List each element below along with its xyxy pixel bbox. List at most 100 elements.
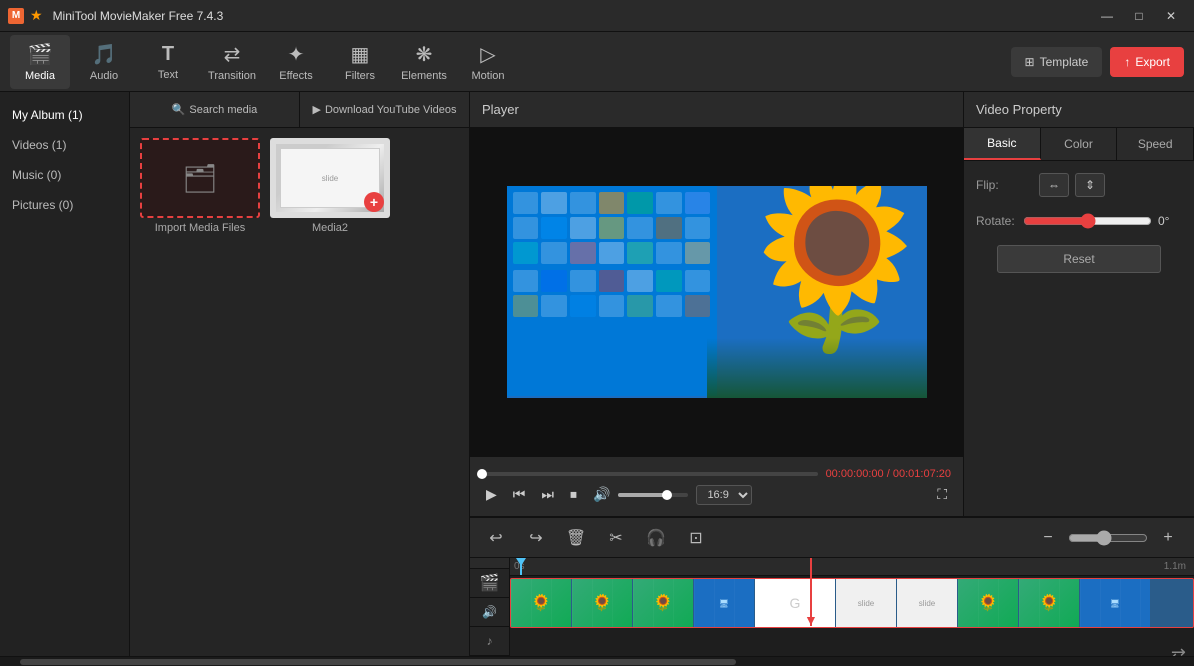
current-time: 00:00:00:00 — [826, 468, 884, 480]
play-button[interactable]: ▶ — [482, 484, 501, 505]
sidebar-music[interactable]: Music (0) — [0, 160, 129, 190]
template-label: Template — [1040, 55, 1089, 69]
redo-button[interactable]: ↪ — [522, 524, 550, 552]
window-controls: — □ ✕ — [1092, 5, 1186, 27]
audio-track-toggle[interactable]: ⇄ — [1171, 644, 1186, 656]
motion-icon: ▷ — [480, 42, 495, 67]
zoom-in-button[interactable]: + — [1154, 524, 1182, 552]
rotate-slider[interactable] — [1023, 213, 1152, 229]
sidebar-pictures[interactable]: Pictures (0) — [0, 190, 129, 220]
minimize-button[interactable]: — — [1092, 5, 1122, 27]
music-track-icon: ♪ — [470, 627, 509, 656]
text-label: Text — [158, 69, 178, 81]
undo-button[interactable]: ↩ — [482, 524, 510, 552]
crop-button[interactable]: ⊡ — [682, 524, 710, 552]
clip-frame: G — [755, 579, 835, 627]
fullscreen-button[interactable]: ⛶ — [933, 484, 951, 505]
center-area: Player — [470, 92, 1194, 656]
template-button[interactable]: ⊞ Template — [1011, 47, 1103, 77]
pictures-label: Pictures (0) — [12, 198, 73, 212]
timescale: 0s 1.1m — [510, 558, 1194, 576]
flip-vertical-button[interactable]: ⇕ — [1075, 173, 1105, 197]
sidebar-videos[interactable]: Videos (1) — [0, 130, 129, 160]
media-icon: 🎬 — [28, 42, 53, 67]
flip-horizontal-button[interactable]: ⇔ — [1039, 173, 1069, 197]
app-title: MiniTool MovieMaker Free 7.4.3 — [53, 9, 224, 23]
tab-basic[interactable]: Basic — [964, 128, 1041, 160]
controls-row: ▶ ⏮ ⏭ ⏹ 🔊 16:9 4:3 — [482, 484, 951, 505]
aspect-ratio-select[interactable]: 16:9 4:3 1:1 9:16 — [696, 485, 752, 505]
stop-button[interactable]: ⏹ — [566, 484, 581, 505]
download-label: Download YouTube Videos — [325, 104, 457, 116]
clip-frame: 🌻 — [633, 579, 693, 627]
volume-fill — [618, 493, 667, 497]
sidebar-album[interactable]: My Album (1) — [0, 100, 129, 130]
text-icon: T — [162, 43, 174, 66]
tick-end: 1.1m — [1164, 561, 1186, 572]
import-folder-icon: 🗂 — [182, 162, 218, 195]
playhead[interactable] — [520, 558, 522, 575]
export-button[interactable]: ↑ Export — [1110, 47, 1184, 77]
media-label: Media — [25, 70, 55, 82]
toolbar-elements[interactable]: ❋ Elements — [394, 35, 454, 89]
rotate-control: 0° — [1023, 213, 1182, 229]
volume-wrap: 🔊 — [589, 484, 688, 505]
audio-track: ⇄ — [510, 630, 1194, 656]
property-panel: Video Property Basic Color Speed Flip: ⇔… — [964, 92, 1194, 516]
media2-item[interactable]: 0:15 slide + Media2 — [270, 138, 390, 234]
player-panel: Player — [470, 92, 964, 516]
volume-thumb[interactable] — [662, 490, 672, 500]
media-toolbar: 🔍 Search media ▶ Download YouTube Videos — [130, 92, 469, 128]
property-title: Video Property — [976, 102, 1062, 117]
import-media-item[interactable]: 🗂 Import Media Files — [140, 138, 260, 234]
maximize-button[interactable]: □ — [1124, 5, 1154, 27]
time-display: 00:00:00:00 / 00:01:07:20 — [826, 468, 951, 480]
toolbar-audio[interactable]: 🎵 Audio — [74, 35, 134, 89]
flip-label: Flip: — [976, 178, 1031, 192]
track-labels: 🎬 🔊 ♪ — [470, 558, 510, 656]
toolbar-text[interactable]: T Text — [138, 35, 198, 89]
close-button[interactable]: ✕ — [1156, 5, 1186, 27]
video-clip[interactable]: 🌻 🌻 🌻 🖥 G — [510, 578, 1194, 628]
audio-button[interactable]: 🎧 — [642, 524, 670, 552]
property-header: Video Property — [964, 92, 1194, 128]
media2-label: Media2 — [312, 222, 348, 234]
export-label: Export — [1135, 55, 1170, 69]
toolbar-actions: ⊞ Template ↑ Export — [1011, 47, 1184, 77]
transition-icon: ⇄ — [224, 42, 241, 67]
volume-button[interactable]: 🔊 — [589, 484, 614, 505]
export-icon: ↑ — [1124, 55, 1130, 69]
clip-frame: 🌻 — [511, 579, 571, 627]
download-youtube-button[interactable]: ▶ Download YouTube Videos — [300, 92, 469, 128]
flip-row: Flip: ⇔ ⇕ — [976, 173, 1182, 197]
upgrade-icon: ★ — [30, 7, 43, 24]
motion-label: Motion — [471, 70, 504, 82]
player-controls: 00:00:00:00 / 00:01:07:20 ▶ ⏮ ⏭ ⏹ 🔊 — [470, 456, 963, 516]
zoom-out-button[interactable]: − — [1034, 524, 1062, 552]
zoom-control: − + — [1034, 524, 1182, 552]
toolbar-media[interactable]: 🎬 Media — [10, 35, 70, 89]
cut-button[interactable]: ✂ — [602, 524, 630, 552]
filters-label: Filters — [345, 70, 375, 82]
toolbar-filters[interactable]: ▦ Filters — [330, 35, 390, 89]
progress-thumb[interactable] — [477, 469, 487, 479]
property-tabs: Basic Color Speed — [964, 128, 1194, 161]
horizontal-scrollbar[interactable] — [0, 656, 1194, 666]
toolbar-effects[interactable]: ✦ Effects — [266, 35, 326, 89]
delete-button[interactable]: 🗑 — [562, 524, 590, 552]
tab-color[interactable]: Color — [1041, 128, 1118, 160]
volume-bar[interactable] — [618, 493, 688, 497]
toolbar-motion[interactable]: ▷ Motion — [458, 35, 518, 89]
tab-speed[interactable]: Speed — [1117, 128, 1194, 160]
scrollbar-thumb[interactable] — [20, 659, 736, 665]
media2-add-button[interactable]: + — [364, 192, 384, 212]
reset-button[interactable]: Reset — [997, 245, 1162, 273]
progress-bar[interactable] — [482, 472, 818, 476]
import-thumb[interactable]: 🗂 — [140, 138, 260, 218]
zoom-slider[interactable] — [1068, 530, 1148, 546]
next-frame-button[interactable]: ⏭ — [537, 484, 558, 505]
search-media-button[interactable]: 🔍 Search media — [130, 92, 300, 128]
timeline-content: 🎬 🔊 ♪ 0s 1.1m — [470, 558, 1194, 656]
prev-frame-button[interactable]: ⏮ — [509, 484, 530, 505]
toolbar-transition[interactable]: ⇄ Transition — [202, 35, 262, 89]
